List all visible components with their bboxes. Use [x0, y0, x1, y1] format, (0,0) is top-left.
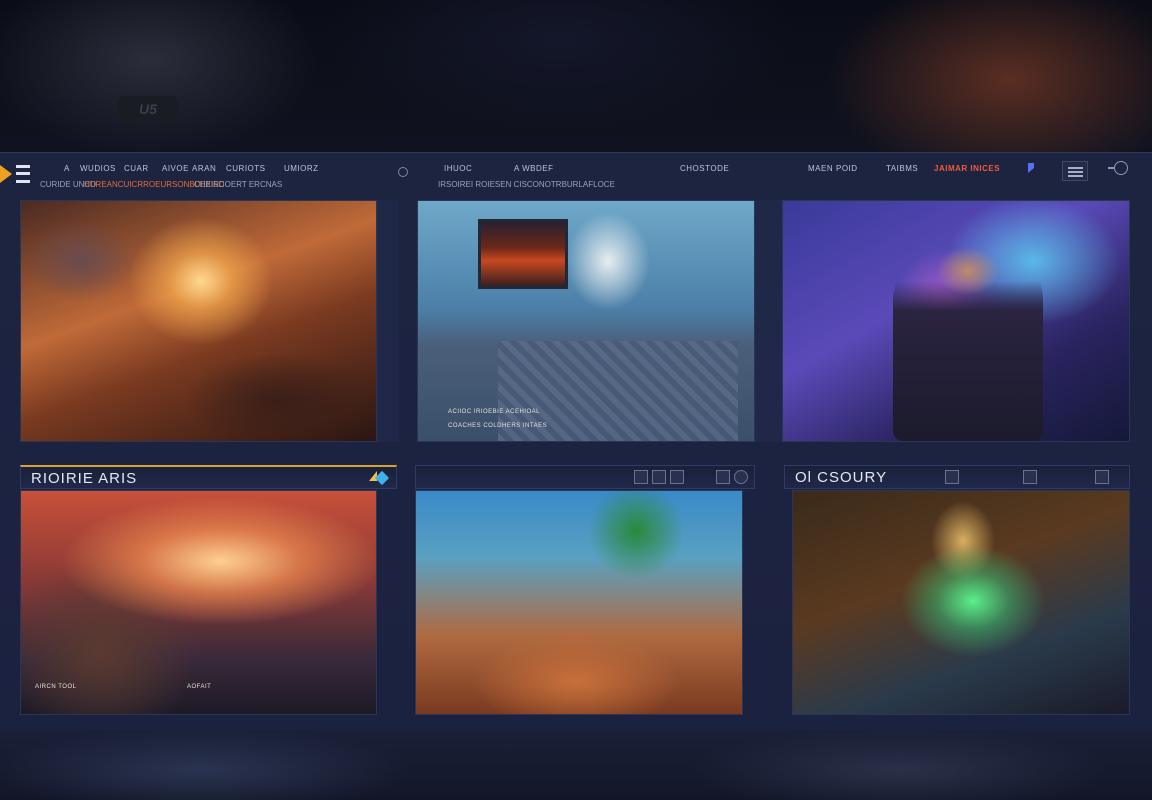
user-circle-icon[interactable]	[1108, 161, 1128, 177]
thumbnail-icon[interactable]	[945, 470, 959, 484]
badge-icon[interactable]	[369, 470, 390, 486]
card-caption: AOFAIT	[187, 684, 212, 690]
card-header: Ol CSOURY	[784, 465, 1130, 489]
nav-item[interactable]: IHUOC	[444, 164, 472, 173]
top-navigation-bar: A WUDIOS CUAR AIVOE ARAN CURIOTS UMIORZ …	[0, 153, 1152, 197]
nav-item[interactable]: TAIBMS	[886, 164, 918, 173]
background-floor	[0, 730, 1152, 800]
card-caption: COACHES COLDHERS INTAES	[448, 423, 548, 429]
flag-icon[interactable]	[1028, 163, 1034, 173]
nav-item[interactable]: WUDIOS	[80, 164, 116, 173]
nav-item[interactable]: AIVOE	[162, 164, 189, 173]
nav-item-highlight[interactable]: JAIMAR INICES	[934, 164, 1000, 173]
nav-item[interactable]: CURIOTS	[226, 164, 266, 173]
game-card-1[interactable]	[20, 200, 377, 442]
scoreboard-art	[478, 219, 568, 289]
search-icon[interactable]	[398, 167, 408, 177]
card-divider	[377, 200, 399, 442]
nav-item[interactable]: CUAR	[124, 164, 149, 173]
nav-subitem[interactable]: IRSOIREI ROIESEN CISCONOTRBURLAFLOCE	[438, 180, 615, 189]
thumbnail-icon[interactable]	[1095, 470, 1109, 484]
nav-item[interactable]: A	[64, 164, 70, 173]
character-art	[893, 241, 1043, 441]
thumbnail-icon[interactable]	[1023, 470, 1037, 484]
game-card-4[interactable]: AIRCN TOOL AOFAIT	[20, 490, 377, 715]
card-caption: AIRCN TOOL	[35, 684, 77, 690]
game-card-3[interactable]	[782, 200, 1130, 442]
game-card-2[interactable]: ACIIOC IRIOEBIE ACEHIOAL COACHES COLDHER…	[417, 200, 755, 442]
nav-item[interactable]: CHOSTODE	[680, 164, 729, 173]
thumbnail-icon[interactable]	[716, 470, 730, 484]
card-header: RIOIRIE ARIS	[20, 465, 397, 489]
thumbnail-icon[interactable]	[652, 470, 666, 484]
card-caption: ACIIOC IRIOEBIE ACEHIOAL	[448, 409, 541, 415]
app-panel: A WUDIOS CUAR AIVOE ARAN CURIOTS UMIORZ …	[0, 152, 1152, 730]
background-scene	[0, 0, 1152, 152]
menu-icon[interactable]	[1062, 161, 1088, 181]
nav-subitem[interactable]: CHEIRCOERT ERCNAS	[194, 180, 282, 189]
thumbnail-icon[interactable]	[634, 470, 648, 484]
game-card-5[interactable]	[415, 490, 743, 715]
nav-item[interactable]: ARAN	[192, 164, 216, 173]
nav-item[interactable]: A WBDEF	[514, 164, 554, 173]
user-circle-icon[interactable]	[734, 470, 748, 484]
thumbnail-icon[interactable]	[670, 470, 684, 484]
game-card-6[interactable]	[792, 490, 1130, 715]
nav-item[interactable]: POID	[836, 164, 858, 173]
logo-icon[interactable]	[0, 161, 34, 187]
card-header	[415, 465, 755, 489]
card-title: RIOIRIE ARIS	[31, 470, 138, 487]
nav-item[interactable]: MAEN	[808, 164, 833, 173]
background-logo: U5	[118, 96, 178, 122]
card-title: Ol CSOURY	[795, 469, 888, 486]
nav-item[interactable]: UMIORZ	[284, 164, 319, 173]
